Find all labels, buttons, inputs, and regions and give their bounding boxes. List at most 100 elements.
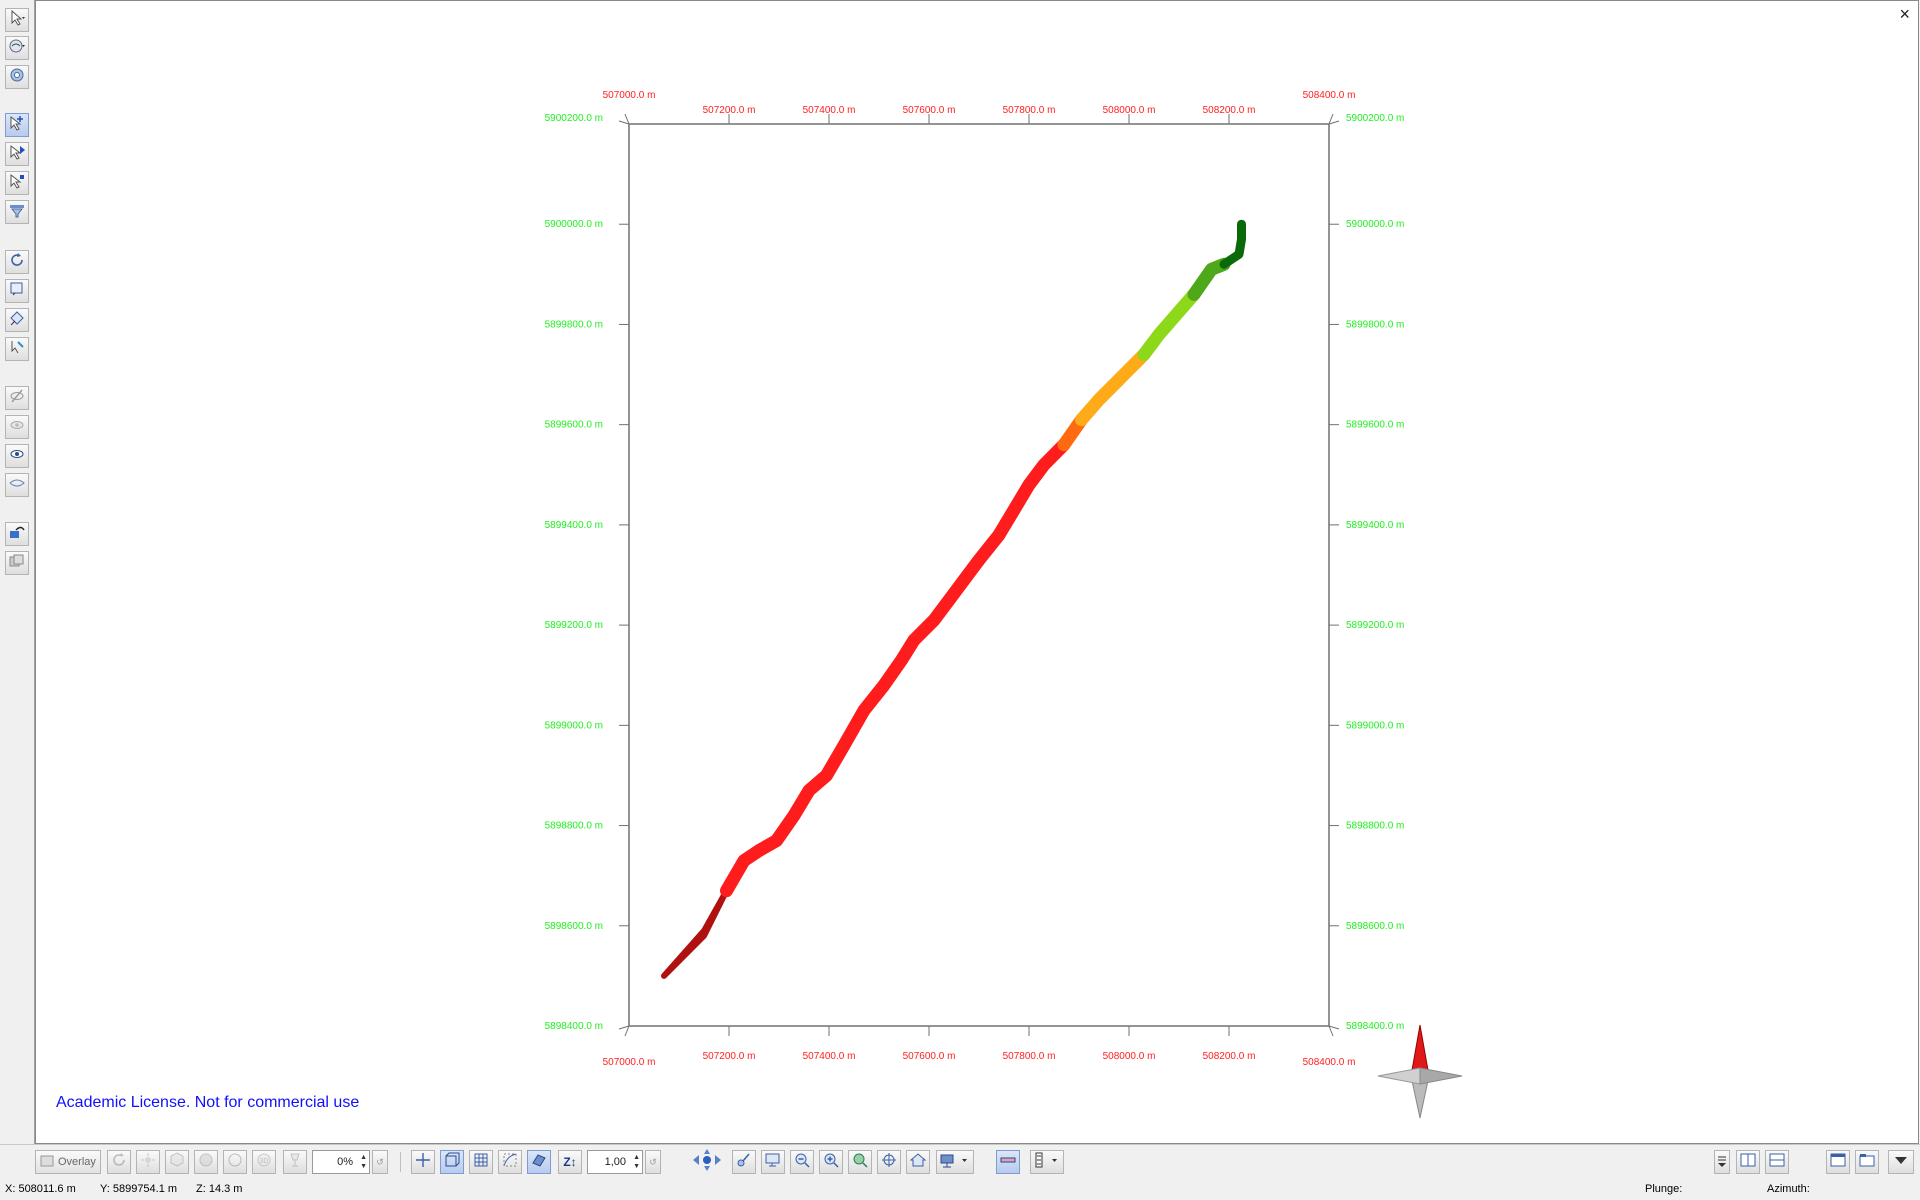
window-icon (1829, 1151, 1847, 1174)
edit-button[interactable] (5, 522, 29, 546)
contour-button[interactable] (498, 1150, 522, 1174)
west-arrow-icon (1377, 1067, 1421, 1085)
x-tick-label-top: 507000.0 m (603, 90, 656, 101)
ghost-icon (8, 416, 26, 439)
opacity-reset-button[interactable]: ↺ (372, 1150, 388, 1174)
legend-icon (1032, 1151, 1062, 1174)
x-tick-label-top: 507400.0 m (803, 105, 856, 116)
zoom-in-button[interactable] (819, 1150, 843, 1174)
fly-icon (735, 1151, 753, 1174)
map-viewport[interactable]: × 507000.0 m 507000.0 m 507200.0 m 507200.0… (35, 0, 1919, 1144)
x-tick-label-bottom: 507000.0 m (603, 1057, 656, 1068)
opacity-spinbox[interactable]: 0% ▲ ▼ (312, 1150, 370, 1174)
bounding-box-button[interactable] (440, 1150, 464, 1174)
zoom-extents-button[interactable] (848, 1150, 872, 1174)
y-tick-label-right: 5898400.0 m (1346, 1021, 1404, 1032)
exaggeration-spinbox[interactable]: 1,00 ▲ ▼ (587, 1150, 643, 1174)
pan-control[interactable] (687, 1148, 727, 1174)
x-tick-label-bottom: 507400.0 m (803, 1051, 856, 1062)
refresh-button[interactable] (107, 1150, 131, 1174)
exaggeration-reset-button[interactable]: ↺ (645, 1150, 661, 1174)
spin-arrows-icon[interactable]: ▲ ▼ (360, 1153, 367, 1171)
split-vertical-icon (1739, 1151, 1757, 1174)
edit-icon (8, 523, 26, 546)
section-button[interactable] (527, 1150, 551, 1174)
grid-button[interactable] (469, 1150, 493, 1174)
pick-object-button[interactable] (5, 171, 29, 195)
show-button[interactable] (5, 444, 29, 468)
x-tick-label-top: 508000.0 m (1103, 105, 1156, 116)
texture-button[interactable]: 3D (252, 1150, 276, 1174)
probe-button[interactable] (5, 337, 29, 361)
x-coordinate-readout: X: 508011.6 m (5, 1183, 76, 1195)
zoom-window-icon (764, 1151, 782, 1174)
x-tick-label-bottom: 507200.0 m (703, 1051, 756, 1062)
center-button[interactable] (877, 1150, 901, 1174)
y-tick-label-left: 5898600.0 m (545, 921, 603, 932)
surface-button[interactable] (5, 473, 29, 497)
pick-vertex-icon (8, 143, 26, 166)
x-tick-label-bottom: 508400.0 m (1303, 1057, 1356, 1068)
transparency-button[interactable] (283, 1150, 307, 1174)
measure-button[interactable] (5, 308, 29, 332)
azimuth-label: Azimuth: (1767, 1183, 1810, 1195)
panel-menu-button[interactable] (1714, 1150, 1730, 1174)
lighting-button[interactable] (136, 1150, 160, 1174)
sphere-button[interactable] (194, 1150, 218, 1174)
spin-arrows-icon[interactable]: ▲ ▼ (633, 1153, 640, 1171)
filter-button[interactable] (5, 200, 29, 224)
split-vertical-button[interactable] (1736, 1150, 1760, 1174)
pick-point-button[interactable] (5, 113, 29, 137)
zoom-box-button[interactable] (5, 279, 29, 303)
single-view-button[interactable] (1826, 1150, 1850, 1174)
home-button[interactable] (906, 1150, 930, 1174)
rotate-icon (8, 251, 26, 274)
y-tick-label-right: 5899000.0 m (1346, 720, 1404, 731)
rotate-button[interactable] (5, 250, 29, 274)
zoom-out-button[interactable] (790, 1150, 814, 1174)
ghost-button[interactable] (5, 415, 29, 439)
select-tool-button[interactable] (5, 8, 29, 32)
overlay-icon (40, 1154, 54, 1171)
view-mode-button[interactable] (5, 36, 29, 60)
separator (400, 1152, 401, 1172)
y-tick-label-left: 5898800.0 m (545, 821, 603, 832)
home-icon (909, 1151, 927, 1174)
reset-icon: ↺ (649, 1156, 657, 1167)
settings-button[interactable] (5, 65, 29, 89)
chevron-down-icon (1892, 1151, 1910, 1174)
crosshair-icon (414, 1151, 432, 1174)
status-bar: X: 508011.6 m Y: 5899754.1 m Z: 14.3 m P… (0, 1178, 1920, 1200)
surface-icon (8, 474, 26, 497)
x-tick-label-bottom: 508200.0 m (1203, 1051, 1256, 1062)
y-tick-label-right: 5899200.0 m (1346, 620, 1404, 631)
y-tick-label-right: 5899400.0 m (1346, 520, 1404, 531)
hide-button[interactable] (5, 386, 29, 410)
box-icon (443, 1151, 461, 1174)
camera-presets-button[interactable] (936, 1150, 974, 1174)
circle-button[interactable] (223, 1150, 247, 1174)
zoom-window-button[interactable] (761, 1150, 785, 1174)
zoom-extents-icon (851, 1151, 869, 1174)
overlay-button[interactable]: Overlay (35, 1150, 101, 1174)
legend-button[interactable] (1030, 1150, 1064, 1174)
circle-icon (226, 1151, 244, 1174)
map-plot: 507000.0 m 507000.0 m 507200.0 m 507200.0 m… (545, 90, 1463, 1119)
contour-icon (501, 1151, 519, 1174)
section-icon (530, 1151, 548, 1174)
z-scale-button[interactable]: Z↕ (558, 1150, 582, 1174)
copy-button[interactable] (5, 551, 29, 575)
tabbed-view-button[interactable] (1855, 1150, 1879, 1174)
fly-button[interactable] (732, 1150, 756, 1174)
color-bar-button[interactable] (996, 1150, 1020, 1174)
pick-vertex-button[interactable] (5, 142, 29, 166)
collapse-button[interactable] (1888, 1150, 1914, 1174)
axes-button[interactable] (411, 1150, 435, 1174)
x-tick-label-top: 508400.0 m (1303, 90, 1356, 101)
split-horizontal-button[interactable] (1765, 1150, 1789, 1174)
grid-icon (472, 1151, 490, 1174)
y-tick-label-left: 5900200.0 m (545, 113, 603, 124)
sphere-icon (197, 1151, 215, 1174)
cube-button[interactable] (165, 1150, 189, 1174)
x-tick-label-top: 507200.0 m (703, 105, 756, 116)
